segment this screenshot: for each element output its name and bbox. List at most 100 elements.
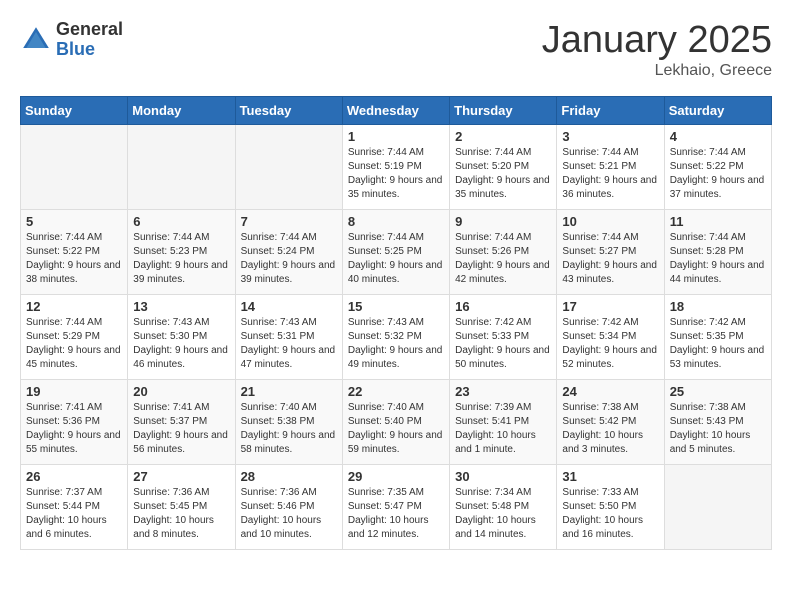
day-info: Sunrise: 7:44 AM Sunset: 5:29 PM Dayligh… bbox=[26, 316, 122, 372]
calendar-cell: 10 Sunrise: 7:44 AM Sunset: 5:27 PM Dayli… bbox=[557, 209, 664, 294]
weekday-header: Thursday bbox=[450, 96, 557, 124]
calendar-week-row: 5 Sunrise: 7:44 AM Sunset: 5:22 PM Daylig… bbox=[21, 209, 772, 294]
day-number: 7 bbox=[241, 214, 337, 229]
day-info: Sunrise: 7:43 AM Sunset: 5:32 PM Dayligh… bbox=[348, 316, 444, 372]
calendar-cell bbox=[128, 124, 235, 209]
day-number: 10 bbox=[562, 214, 658, 229]
day-info: Sunrise: 7:44 AM Sunset: 5:20 PM Dayligh… bbox=[455, 146, 551, 202]
calendar-cell: 4 Sunrise: 7:44 AM Sunset: 5:22 PM Daylig… bbox=[664, 124, 771, 209]
page-header: General Blue January 2025 Lekhaio, Greec… bbox=[20, 20, 772, 80]
day-number: 11 bbox=[670, 214, 766, 229]
month-title: January 2025 bbox=[542, 20, 772, 62]
day-number: 21 bbox=[241, 384, 337, 399]
day-info: Sunrise: 7:42 AM Sunset: 5:34 PM Dayligh… bbox=[562, 316, 658, 372]
day-number: 30 bbox=[455, 469, 551, 484]
day-number: 25 bbox=[670, 384, 766, 399]
day-info: Sunrise: 7:38 AM Sunset: 5:42 PM Dayligh… bbox=[562, 401, 658, 457]
weekday-header: Wednesday bbox=[342, 96, 449, 124]
weekday-header: Friday bbox=[557, 96, 664, 124]
calendar-cell: 2 Sunrise: 7:44 AM Sunset: 5:20 PM Daylig… bbox=[450, 124, 557, 209]
calendar-cell: 27 Sunrise: 7:36 AM Sunset: 5:45 PM Dayli… bbox=[128, 464, 235, 549]
logo-icon bbox=[20, 24, 52, 56]
calendar-cell: 21 Sunrise: 7:40 AM Sunset: 5:38 PM Dayli… bbox=[235, 379, 342, 464]
day-info: Sunrise: 7:38 AM Sunset: 5:43 PM Dayligh… bbox=[670, 401, 766, 457]
day-info: Sunrise: 7:40 AM Sunset: 5:38 PM Dayligh… bbox=[241, 401, 337, 457]
day-info: Sunrise: 7:44 AM Sunset: 5:28 PM Dayligh… bbox=[670, 231, 766, 287]
day-number: 24 bbox=[562, 384, 658, 399]
calendar-cell: 22 Sunrise: 7:40 AM Sunset: 5:40 PM Dayli… bbox=[342, 379, 449, 464]
day-number: 2 bbox=[455, 129, 551, 144]
calendar-cell: 9Sunrise: 7:44 AM Sunset: 5:26 PM Daylig… bbox=[450, 209, 557, 294]
day-info: Sunrise: 7:44 AM Sunset: 5:19 PM Dayligh… bbox=[348, 146, 444, 202]
day-info: Sunrise: 7:44 AM Sunset: 5:25 PM Dayligh… bbox=[348, 231, 444, 287]
calendar-cell: 30 Sunrise: 7:34 AM Sunset: 5:48 PM Dayli… bbox=[450, 464, 557, 549]
day-info: Sunrise: 7:39 AM Sunset: 5:41 PM Dayligh… bbox=[455, 401, 551, 457]
calendar-table: SundayMondayTuesdayWednesdayThursdayFrid… bbox=[20, 96, 772, 550]
day-number: 20 bbox=[133, 384, 229, 399]
calendar-cell: 14Sunrise: 7:43 AM Sunset: 5:31 PM Dayli… bbox=[235, 294, 342, 379]
day-number: 16 bbox=[455, 299, 551, 314]
calendar-cell: 26Sunrise: 7:37 AM Sunset: 5:44 PM Dayli… bbox=[21, 464, 128, 549]
calendar-cell: 15 Sunrise: 7:43 AM Sunset: 5:32 PM Dayli… bbox=[342, 294, 449, 379]
weekday-header-row: SundayMondayTuesdayWednesdayThursdayFrid… bbox=[21, 96, 772, 124]
day-info: Sunrise: 7:34 AM Sunset: 5:48 PM Dayligh… bbox=[455, 486, 551, 542]
day-number: 15 bbox=[348, 299, 444, 314]
day-info: Sunrise: 7:44 AM Sunset: 5:21 PM Dayligh… bbox=[562, 146, 658, 202]
calendar-cell bbox=[21, 124, 128, 209]
calendar-cell: 28 Sunrise: 7:36 AM Sunset: 5:46 PM Dayli… bbox=[235, 464, 342, 549]
day-number: 31 bbox=[562, 469, 658, 484]
day-number: 29 bbox=[348, 469, 444, 484]
calendar-cell: 20Sunrise: 7:41 AM Sunset: 5:37 PM Dayli… bbox=[128, 379, 235, 464]
calendar-cell: 13Sunrise: 7:43 AM Sunset: 5:30 PM Dayli… bbox=[128, 294, 235, 379]
day-number: 6 bbox=[133, 214, 229, 229]
day-number: 28 bbox=[241, 469, 337, 484]
day-info: Sunrise: 7:43 AM Sunset: 5:30 PM Dayligh… bbox=[133, 316, 229, 372]
day-number: 9 bbox=[455, 214, 551, 229]
calendar-cell: 12 Sunrise: 7:44 AM Sunset: 5:29 PM Dayli… bbox=[21, 294, 128, 379]
weekday-header: Tuesday bbox=[235, 96, 342, 124]
day-number: 27 bbox=[133, 469, 229, 484]
logo-general: General bbox=[56, 20, 123, 40]
calendar-cell: 17 Sunrise: 7:42 AM Sunset: 5:34 PM Dayli… bbox=[557, 294, 664, 379]
calendar-week-row: 19Sunrise: 7:41 AM Sunset: 5:36 PM Dayli… bbox=[21, 379, 772, 464]
calendar-cell: 5 Sunrise: 7:44 AM Sunset: 5:22 PM Daylig… bbox=[21, 209, 128, 294]
day-number: 23 bbox=[455, 384, 551, 399]
day-number: 4 bbox=[670, 129, 766, 144]
day-info: Sunrise: 7:44 AM Sunset: 5:23 PM Dayligh… bbox=[133, 231, 229, 287]
day-number: 12 bbox=[26, 299, 122, 314]
day-number: 8 bbox=[348, 214, 444, 229]
day-info: Sunrise: 7:36 AM Sunset: 5:45 PM Dayligh… bbox=[133, 486, 229, 542]
day-info: Sunrise: 7:42 AM Sunset: 5:35 PM Dayligh… bbox=[670, 316, 766, 372]
calendar-cell: 25 Sunrise: 7:38 AM Sunset: 5:43 PM Dayli… bbox=[664, 379, 771, 464]
day-number: 19 bbox=[26, 384, 122, 399]
day-number: 18 bbox=[670, 299, 766, 314]
calendar-cell: 29 Sunrise: 7:35 AM Sunset: 5:47 PM Dayli… bbox=[342, 464, 449, 549]
calendar-cell: 24 Sunrise: 7:38 AM Sunset: 5:42 PM Dayli… bbox=[557, 379, 664, 464]
logo: General Blue bbox=[20, 20, 123, 60]
weekday-header: Monday bbox=[128, 96, 235, 124]
day-info: Sunrise: 7:35 AM Sunset: 5:47 PM Dayligh… bbox=[348, 486, 444, 542]
day-number: 17 bbox=[562, 299, 658, 314]
calendar-cell bbox=[235, 124, 342, 209]
calendar-cell: 8 Sunrise: 7:44 AM Sunset: 5:25 PM Daylig… bbox=[342, 209, 449, 294]
title-block: January 2025 Lekhaio, Greece bbox=[542, 20, 772, 80]
day-number: 1 bbox=[348, 129, 444, 144]
day-info: Sunrise: 7:40 AM Sunset: 5:40 PM Dayligh… bbox=[348, 401, 444, 457]
day-info: Sunrise: 7:42 AM Sunset: 5:33 PM Dayligh… bbox=[455, 316, 551, 372]
logo-text: General Blue bbox=[56, 20, 123, 60]
calendar-cell: 6 Sunrise: 7:44 AM Sunset: 5:23 PM Daylig… bbox=[128, 209, 235, 294]
day-info: Sunrise: 7:44 AM Sunset: 5:27 PM Dayligh… bbox=[562, 231, 658, 287]
day-number: 5 bbox=[26, 214, 122, 229]
day-info: Sunrise: 7:44 AM Sunset: 5:22 PM Dayligh… bbox=[26, 231, 122, 287]
calendar-week-row: 1 Sunrise: 7:44 AM Sunset: 5:19 PM Daylig… bbox=[21, 124, 772, 209]
day-info: Sunrise: 7:44 AM Sunset: 5:22 PM Dayligh… bbox=[670, 146, 766, 202]
calendar-cell: 16 Sunrise: 7:42 AM Sunset: 5:33 PM Dayli… bbox=[450, 294, 557, 379]
calendar-cell: 23 Sunrise: 7:39 AM Sunset: 5:41 PM Dayli… bbox=[450, 379, 557, 464]
calendar-cell: 7Sunrise: 7:44 AM Sunset: 5:24 PM Daylig… bbox=[235, 209, 342, 294]
day-number: 26 bbox=[26, 469, 122, 484]
calendar-cell: 18 Sunrise: 7:42 AM Sunset: 5:35 PM Dayli… bbox=[664, 294, 771, 379]
day-info: Sunrise: 7:36 AM Sunset: 5:46 PM Dayligh… bbox=[241, 486, 337, 542]
weekday-header: Sunday bbox=[21, 96, 128, 124]
day-number: 22 bbox=[348, 384, 444, 399]
day-number: 3 bbox=[562, 129, 658, 144]
